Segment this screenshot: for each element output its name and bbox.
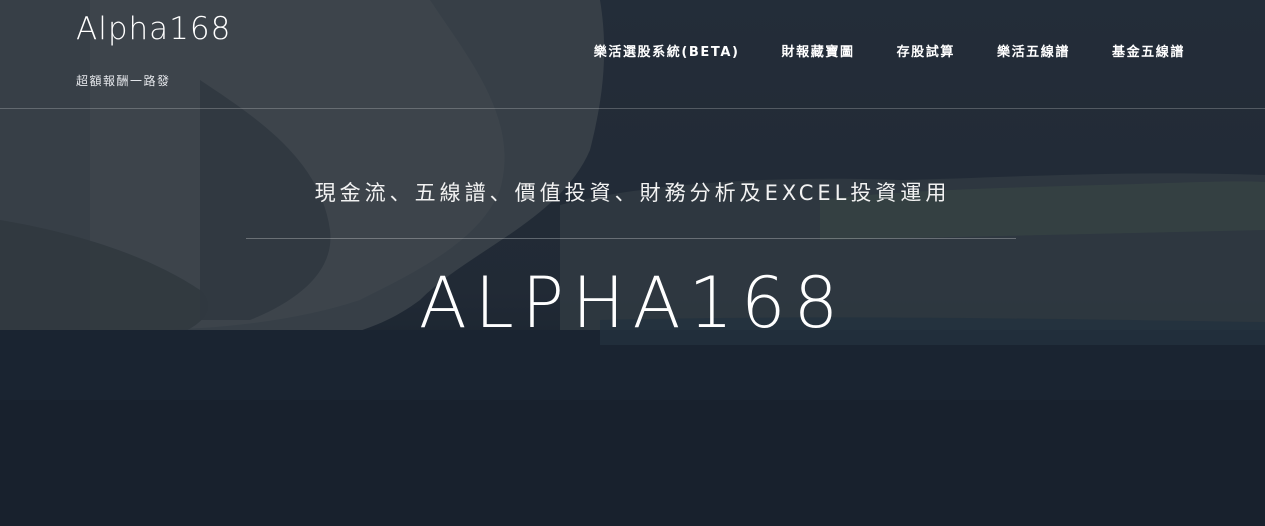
hero-subtitle: 現金流、五線譜、價值投資、財務分析及EXCEL投資運用 — [314, 181, 951, 205]
nav-item-dividend-calculator[interactable]: 存股試算 — [897, 42, 955, 64]
hero-divider — [246, 238, 1016, 239]
nav-item-stock-picker[interactable]: 樂活選股系統(BETA) — [594, 42, 740, 64]
site-tagline: 超額報酬一路發 — [76, 74, 171, 88]
hero-title: ALPHA168 — [418, 262, 847, 344]
nav-item-five-line-chart[interactable]: 樂活五線譜 — [997, 42, 1070, 64]
nav-item-fund-five-line-chart[interactable]: 基金五線譜 — [1112, 42, 1185, 64]
site-logo-link[interactable]: Alpha168 — [76, 8, 231, 50]
brand: Alpha168 超額報酬一路發 — [76, 8, 231, 89]
site-header: Alpha168 超額報酬一路發 樂活選股系統(BETA) 財報藏寶圖 存股試算… — [0, 0, 1265, 109]
main-navigation: 樂活選股系統(BETA) 財報藏寶圖 存股試算 樂活五線譜 基金五線譜 — [552, 42, 1185, 64]
nav-item-financial-map[interactable]: 財報藏寶圖 — [782, 42, 855, 64]
